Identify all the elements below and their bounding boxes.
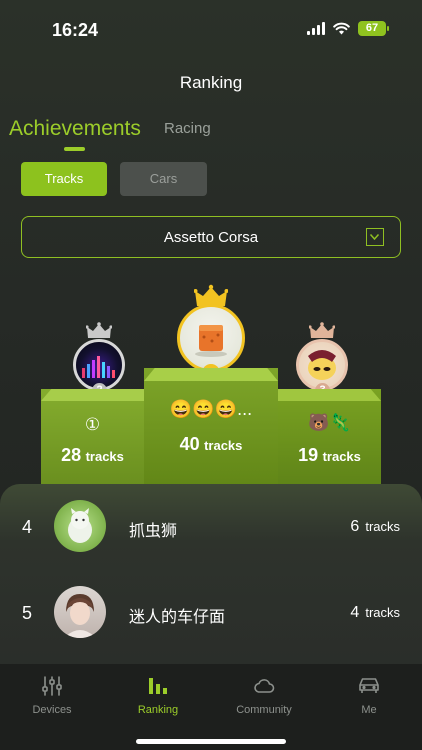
podium-name: ① (84, 415, 101, 434)
silver-crown-icon (86, 322, 112, 338)
podium-third: 🐻🦎 19 tracks (278, 389, 381, 485)
car-icon (359, 678, 379, 693)
game-select-value: Assetto Corsa (163, 229, 259, 246)
tab-label: Me (361, 704, 377, 716)
list-item[interactable]: 4 抓虫狮 6 tracks (0, 486, 422, 566)
track-count: 28 (61, 445, 82, 465)
tab-label: Ranking (137, 704, 179, 716)
track-count: 19 (298, 445, 319, 465)
row-rank: 4 (22, 517, 33, 537)
podium-count: 28 tracks (41, 445, 144, 466)
podium-cap (278, 389, 381, 401)
status-icons: 67 (307, 21, 389, 36)
avatar (54, 586, 106, 638)
bar-chart-icon (149, 678, 167, 694)
tab-devices[interactable]: Devices (12, 674, 92, 716)
cloud-icon (254, 679, 275, 693)
status-time: 16:24 (52, 20, 99, 40)
track-unit: tracks (365, 605, 400, 620)
game-select[interactable]: Assetto Corsa (21, 216, 401, 258)
row-count: 4 tracks (350, 604, 400, 622)
track-unit: tracks (85, 449, 124, 464)
track-unit: tracks (322, 449, 361, 464)
tab-ranking[interactable]: Ranking (118, 674, 198, 716)
sliders-icon (42, 676, 62, 696)
active-tab-indicator (64, 147, 85, 151)
tracks-filter-button[interactable]: Tracks (21, 162, 107, 196)
podium-cap (41, 389, 144, 401)
track-unit: tracks (204, 438, 243, 453)
row-name: 抓虫狮 (129, 523, 178, 540)
battery-indicator: 67 (358, 21, 389, 36)
status-bar: 16:24 67 (0, 0, 422, 56)
avatar (177, 304, 245, 372)
chevron-down-icon (366, 228, 384, 246)
row-name: 迷人的车仔面 (129, 609, 226, 626)
track-count: 4 (350, 604, 360, 621)
row-rank: 5 (22, 603, 33, 623)
home-indicator[interactable] (136, 739, 286, 744)
podium-first: 😄😄😄... 40 tracks (144, 368, 278, 485)
row-count: 6 tracks (350, 518, 400, 536)
tab-community[interactable]: Community (224, 674, 304, 716)
tab-racing[interactable]: Racing (164, 120, 211, 137)
tab-me[interactable]: Me (329, 674, 409, 716)
podium-name: 😄😄😄... (169, 399, 253, 419)
bronze-crown-icon (309, 322, 335, 338)
avatar (54, 500, 106, 552)
tab-bar: Devices Ranking Community Me (0, 664, 422, 750)
podium-cap (144, 368, 278, 381)
track-count: 6 (350, 518, 360, 535)
ranking-list: 4 抓虫狮 6 tracks 5 迷人的车仔面 4 tracks (0, 484, 422, 674)
podium-count: 19 tracks (278, 445, 381, 466)
tab-label: Community (236, 704, 292, 716)
list-item[interactable]: 5 迷人的车仔面 4 tracks (0, 572, 422, 652)
podium-count: 40 tracks (144, 434, 278, 455)
wifi-icon (333, 22, 350, 35)
podium-second: ① 28 tracks (41, 389, 144, 485)
tab-label: Devices (32, 704, 72, 716)
cars-filter-button[interactable]: Cars (120, 162, 207, 196)
track-count: 40 (179, 434, 200, 454)
cellular-signal-icon (307, 22, 325, 35)
track-unit: tracks (365, 519, 400, 534)
podium-name: 🐻🦎 (308, 413, 351, 432)
page-title: Ranking (179, 73, 243, 92)
tab-achievements[interactable]: Achievements (9, 117, 141, 141)
